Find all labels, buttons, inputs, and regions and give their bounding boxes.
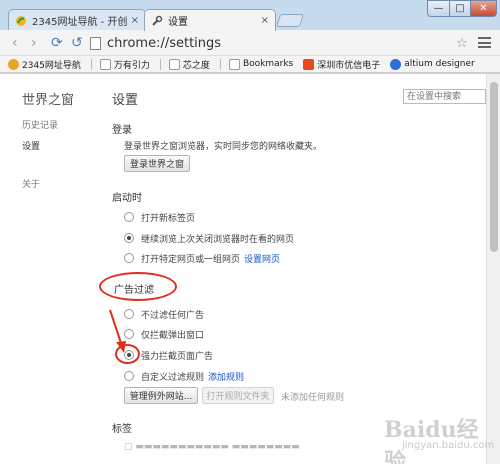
set-pages-link[interactable]: 设置网页 <box>244 252 280 265</box>
open-rules-folder-button[interactable]: 打开规则文件夹 <box>202 387 274 404</box>
forward-button[interactable]: › <box>31 34 37 52</box>
tab-close-icon[interactable]: × <box>131 15 139 26</box>
undo-button[interactable]: ↺ <box>71 34 83 52</box>
tab-close-icon[interactable]: × <box>261 15 269 26</box>
tab-title: 设置 <box>168 17 188 28</box>
settings-page <box>0 74 486 464</box>
leaf-icon <box>15 15 27 27</box>
bookmark-separator <box>159 58 161 70</box>
page-icon <box>228 58 240 70</box>
title-bar: 2345网址导航 - 开创中国 × 设置 × — □ ✕ <box>0 0 500 31</box>
startup-option-new-tab[interactable]: 打开新标签页 <box>124 211 195 224</box>
close-button[interactable]: ✕ <box>470 0 497 17</box>
tab-settings[interactable]: 设置 × <box>144 9 276 31</box>
manage-exceptions-button[interactable]: 管理例外网站... <box>124 387 198 404</box>
startup-option-specific-pages[interactable]: 打开特定网页或一组网页 设置网页 <box>124 252 280 265</box>
watermark-url: jingyan.baidu.com <box>402 440 495 451</box>
sidebar-title: 世界之窗 <box>22 93 75 108</box>
adblock-option-none[interactable]: 不过滤任何广告 <box>124 308 204 321</box>
bookmark-item[interactable]: 2345网址导航 <box>8 58 81 71</box>
bookmark-item[interactable]: 芯之度 <box>168 58 210 71</box>
bookmark-item[interactable]: altium designer <box>390 58 475 70</box>
login-description: 登录世界之窗浏览器，实时同步您的网络收藏夹。 <box>124 142 323 152</box>
bookmark-item[interactable]: 万有引力 <box>99 58 150 71</box>
bookmark-item[interactable]: Bookmarks <box>228 58 293 70</box>
watermark-logo: Baidu经验 <box>384 417 479 464</box>
url-text: chrome://settings <box>107 36 222 51</box>
add-rule-link[interactable]: 添加规则 <box>208 370 244 383</box>
paw-icon <box>390 58 402 70</box>
toolbar: ‹ › ⟳ ↺ chrome://settings ☆ <box>0 30 500 56</box>
cut-off-option: ▢ ▬▬▬▬▬▬▬▬▬▬▬ ▬▬▬▬▬▬▬▬ <box>124 442 300 452</box>
store-icon <box>303 58 315 70</box>
radio-button[interactable] <box>124 233 134 243</box>
reload-button[interactable]: ⟳ <box>51 34 63 52</box>
bookmark-item[interactable]: 深圳市优信电子 <box>303 58 380 71</box>
startup-option-continue[interactable]: 继续浏览上次关闭浏览器时在看的网页 <box>124 232 294 245</box>
adblock-option-popups[interactable]: 仅拦截弹出窗口 <box>124 328 204 341</box>
bookmark-separator <box>90 58 92 70</box>
sidebar-item-settings[interactable]: 设置 <box>22 139 40 152</box>
star-icon[interactable]: ☆ <box>456 36 468 51</box>
radio-button[interactable] <box>124 253 134 263</box>
leaf-icon <box>8 58 19 70</box>
page-title: 设置 <box>112 93 139 108</box>
section-heading-startup: 启动时 <box>112 193 142 204</box>
new-tab-button[interactable] <box>275 14 305 27</box>
bookmarks-bar: 2345网址导航 万有引力 芯之度 Bookmarks 深圳市优信电子 alti… <box>0 56 500 73</box>
radio-button[interactable] <box>124 212 134 222</box>
page-icon <box>90 37 101 50</box>
sidebar-item-about[interactable]: 关于 <box>22 177 40 190</box>
maximize-button[interactable]: □ <box>449 0 471 17</box>
annotation-ellipse <box>99 272 177 301</box>
sidebar-item-history[interactable]: 历史记录 <box>22 118 58 131</box>
no-rules-text: 未添加任何规则 <box>281 393 345 403</box>
address-bar[interactable]: chrome://settings <box>90 34 450 53</box>
section-heading-tabs: 标签 <box>112 424 132 435</box>
login-button[interactable]: 登录世界之窗 <box>124 155 190 172</box>
scrollbar-thumb[interactable] <box>490 82 498 252</box>
annotation-arrow <box>109 309 126 353</box>
adblock-option-custom[interactable]: 自定义过滤规则 添加规则 <box>124 370 244 383</box>
back-button[interactable]: ‹ <box>12 34 18 52</box>
search-input[interactable] <box>403 89 486 104</box>
scrollbar[interactable] <box>486 74 500 464</box>
bookmark-separator <box>219 58 221 70</box>
tab-2345[interactable]: 2345网址导航 - 开创中国 × <box>8 9 146 31</box>
radio-button[interactable] <box>124 371 134 381</box>
minimize-button[interactable]: — <box>427 0 450 17</box>
page-icon <box>99 58 111 70</box>
section-heading-login: 登录 <box>112 125 132 136</box>
tab-title: 2345网址导航 - 开创中国 <box>32 17 127 28</box>
page-icon <box>168 58 180 70</box>
wrench-icon <box>151 15 163 27</box>
menu-icon[interactable] <box>478 37 491 48</box>
